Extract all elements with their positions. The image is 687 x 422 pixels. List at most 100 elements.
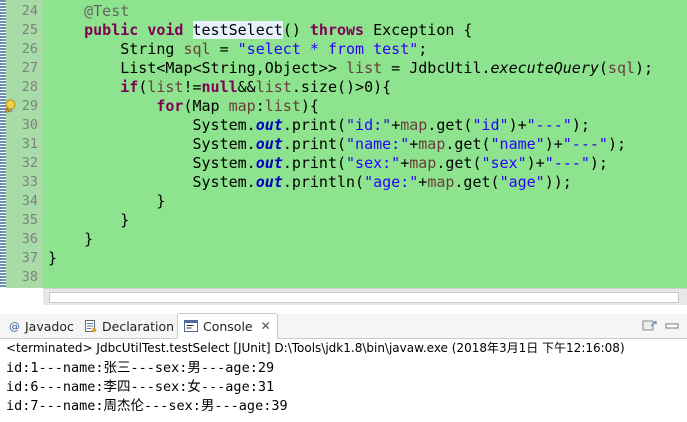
code-token: ; <box>418 40 428 58</box>
code-line[interactable]: 30 System.out.print("id:"+map.get("id")+… <box>0 116 687 135</box>
line-number: 31 <box>21 136 38 152</box>
scrollbar-thumb[interactable] <box>49 292 679 303</box>
code-token: "---" <box>544 154 590 172</box>
javadoc-at-icon: @ <box>8 320 20 332</box>
code-token: != <box>183 78 202 96</box>
bottom-panel: @ Javadoc Declaration Console ✕ <termina… <box>0 308 687 422</box>
code-line[interactable]: 26 String sql = "select * from test"; <box>0 40 687 59</box>
line-number: 26 <box>21 41 38 57</box>
code-token: "age:" <box>364 173 419 191</box>
code-token: .print( <box>282 116 347 134</box>
code-token: null <box>201 78 238 96</box>
code-token: } <box>48 230 94 248</box>
warning-lightbulb-icon[interactable] <box>4 99 17 114</box>
code-token: out <box>255 116 283 134</box>
code-line[interactable]: 32 System.out.print("sex:"+map.get("sex"… <box>0 154 687 173</box>
code-line[interactable]: 38 <box>0 268 687 287</box>
code-token: )+ <box>526 154 545 172</box>
pin-console-icon[interactable] <box>641 317 659 335</box>
line-number: 28 <box>21 79 38 95</box>
code-line[interactable]: 29 for(Map map:list){ <box>0 97 687 116</box>
tab-label: Javadoc <box>25 318 74 334</box>
line-number: 29 <box>21 98 38 114</box>
code-editor[interactable]: 24 @Test 25 public void testSelect() thro… <box>0 0 687 288</box>
code-text: } <box>48 211 129 230</box>
code-token: "---" <box>562 135 608 153</box>
code-line[interactable]: 25 public void testSelect() throws Excep… <box>0 21 687 40</box>
code-token: .print( <box>282 154 347 172</box>
horizontal-scrollbar[interactable] <box>43 288 687 305</box>
code-line[interactable]: 35 } <box>0 211 687 230</box>
code-token: System. <box>48 116 256 134</box>
code-token: .get( <box>445 135 491 153</box>
code-line[interactable]: 28 if(list!=null&&list.size()>0){ <box>0 78 687 97</box>
code-token: out <box>255 173 283 191</box>
code-text: System.out.print("id:"+map.get("id")+"--… <box>48 116 589 135</box>
code-text: public void testSelect() throws Exceptio… <box>48 21 472 40</box>
console-icon <box>184 320 198 332</box>
code-token: "sex" <box>481 154 527 172</box>
code-line[interactable]: 37} <box>0 249 687 268</box>
code-token: String <box>48 40 184 58</box>
code-token: && <box>237 78 256 96</box>
code-token: sql <box>607 59 636 77</box>
code-line[interactable]: 33 System.out.println("age:"+map.get("ag… <box>0 173 687 192</box>
line-number: 24 <box>21 3 38 19</box>
code-line[interactable]: 31 System.out.print("name:"+map.get("nam… <box>0 135 687 154</box>
code-token: + <box>418 173 428 191</box>
code-token: () <box>282 21 310 39</box>
line-number: 33 <box>21 174 38 190</box>
line-number: 35 <box>21 212 38 228</box>
code-token: list <box>255 78 292 96</box>
code-token: public <box>84 21 139 39</box>
code-token: )+ <box>508 116 527 134</box>
svg-text:@: @ <box>9 320 20 332</box>
code-token: : <box>255 97 265 115</box>
code-text: } <box>48 192 165 211</box>
tab-console[interactable]: Console ✕ <box>177 313 278 339</box>
code-line[interactable]: 24 @Test <box>0 2 687 21</box>
code-token: ); <box>589 154 608 172</box>
code-token: "---" <box>526 116 572 134</box>
code-token: .get( <box>454 173 500 191</box>
code-text: } <box>48 230 93 249</box>
code-token: } <box>48 192 166 210</box>
code-token: + <box>409 135 419 153</box>
code-token: = JdbcUtil. <box>382 59 491 77</box>
code-token: ); <box>635 59 654 77</box>
code-line[interactable]: 27 List<Map<String,Object>> list = JdbcU… <box>0 59 687 78</box>
tab-declaration[interactable]: Declaration <box>84 314 174 338</box>
code-token: List<Map<String,Object>> <box>48 59 347 77</box>
code-token: map <box>409 154 437 172</box>
code-text: List<Map<String,Object>> list = JdbcUtil… <box>48 59 653 78</box>
minimize-icon[interactable] <box>663 317 681 335</box>
code-token: .get( <box>427 116 473 134</box>
terminated-status: <terminated> JdbcUtilTest.testSelect [JU… <box>6 341 625 355</box>
console-output-line: id:6---name:李四---sex:女---age:31 <box>6 379 275 395</box>
code-token: .println( <box>282 173 365 191</box>
code-token: "age" <box>499 173 545 191</box>
code-text: System.out.print("sex:"+map.get("sex")+"… <box>48 154 608 173</box>
code-text: for(Map map:list){ <box>48 97 319 116</box>
line-number: 30 <box>21 117 38 133</box>
tab-javadoc[interactable]: @ Javadoc <box>8 314 74 338</box>
code-token: System. <box>48 154 256 172</box>
code-token: = <box>210 40 238 58</box>
code-text: @Test <box>48 2 129 21</box>
code-token: System. <box>48 135 256 153</box>
code-token: out <box>255 135 283 153</box>
tab-label: Console <box>203 318 253 334</box>
code-token: )+ <box>544 135 563 153</box>
code-token: sql <box>183 40 211 58</box>
console-output-line: id:7---name:周杰伦---sex:男---age:39 <box>6 398 288 414</box>
code-token: .print( <box>282 135 347 153</box>
close-icon[interactable]: ✕ <box>261 319 271 333</box>
code-line[interactable]: 36 } <box>0 230 687 249</box>
line-number: 25 <box>21 22 38 38</box>
code-token: list <box>346 59 383 77</box>
code-token: ); <box>607 135 626 153</box>
line-number: 32 <box>21 155 38 171</box>
code-line[interactable]: 34 } <box>0 192 687 211</box>
